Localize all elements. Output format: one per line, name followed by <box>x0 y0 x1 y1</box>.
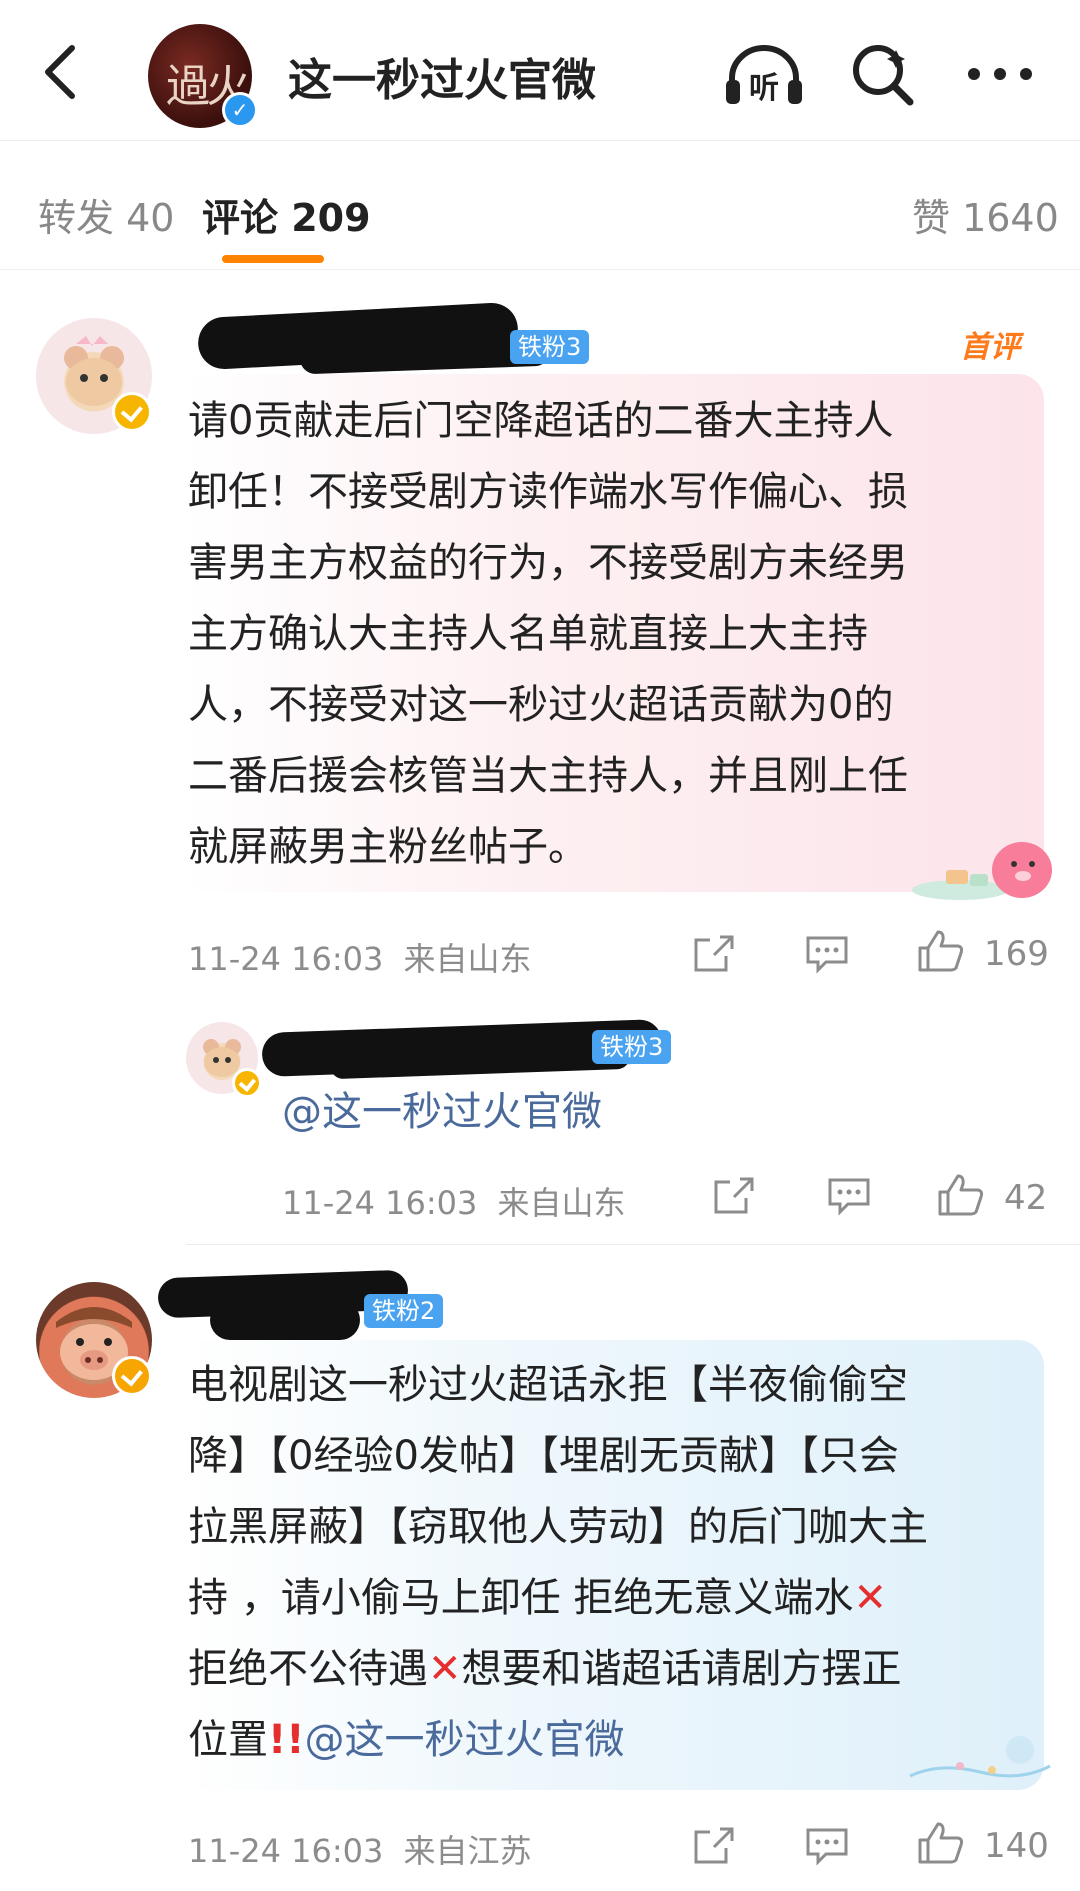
red-cross-icon: ✕ <box>853 1575 887 1621</box>
reply-icon[interactable] <box>826 1176 872 1220</box>
verified-badge-icon <box>112 1356 152 1396</box>
double-exclamation-icon: !! <box>268 1717 305 1763</box>
verified-badge-icon <box>232 1068 262 1098</box>
red-cross-icon: ✕ <box>428 1646 462 1692</box>
active-tab-indicator <box>222 255 324 263</box>
bubble-decoration-sticker <box>910 830 1060 902</box>
comment-line: 请0贡献走后门空降超话的二番大主持人 <box>188 398 894 444</box>
comment-line: 降】【0经验0发帖】【埋剧无贡献】【只会 <box>188 1433 899 1479</box>
comment-location: 来自江苏 <box>403 1832 532 1870</box>
share-icon[interactable] <box>712 1176 756 1220</box>
redacted-username <box>210 1300 360 1340</box>
comment-line: 拒绝不公待遇✕想要和谐超话请剧方摆正 <box>188 1634 1038 1705</box>
reply-icon[interactable] <box>804 1826 850 1870</box>
comment-time: 11-24 16:03 <box>188 940 384 978</box>
fan-level-badge: 铁粉3 <box>592 1030 672 1064</box>
comment-segment: 想要和谐超话请剧方摆正 <box>461 1646 902 1692</box>
comment-line: 持 ，请小偷马上卸任 拒绝无意义端水✕ <box>188 1563 1038 1634</box>
listen-icon[interactable]: 听 <box>722 44 806 108</box>
tab-bar: 转发 40 评论 209 赞 1640 <box>0 141 1080 270</box>
comment-location: 来自山东 <box>403 940 532 978</box>
comment-line: 人，不接受对这一秒过火超话贡献为0的 <box>188 682 894 728</box>
top-bar: 過火 ✓ 这一秒过火官微 听 <box>0 0 1080 141</box>
comment-line: 主方确认大主持人名单就直接上大主持 <box>188 611 868 657</box>
divider <box>186 1244 1080 1245</box>
more-options-icon[interactable] <box>964 64 1036 84</box>
like-icon[interactable] <box>916 928 966 978</box>
search-icon[interactable] <box>850 42 916 108</box>
like-count: 169 <box>984 934 1049 974</box>
verified-badge-icon <box>112 392 152 432</box>
back-button[interactable] <box>38 42 88 102</box>
bubble-decoration-sticker <box>900 1726 1060 1786</box>
share-icon[interactable] <box>692 1826 736 1870</box>
comment-segment: 拒绝不公待遇 <box>188 1646 428 1692</box>
verified-badge-icon: ✓ <box>222 92 258 128</box>
channel-title[interactable]: 这一秒过火官微 <box>288 44 596 108</box>
comment-time: 11-24 16:03 <box>282 1184 478 1222</box>
mention-link[interactable]: @这一秒过火官微 <box>282 1082 602 1142</box>
comment-time: 11-24 16:03 <box>188 1832 384 1870</box>
like-icon[interactable] <box>916 1820 966 1870</box>
comment-line: 害男主方权益的行为，不接受剧方未经男 <box>188 540 908 586</box>
svg-text:听: 听 <box>749 71 779 106</box>
comment-text[interactable]: 电视剧这一秒过火超话永拒【半夜偷偷空 降】【0经验0发帖】【埋剧无贡献】【只会 … <box>188 1350 1038 1776</box>
like-icon[interactable] <box>936 1172 986 1222</box>
comment-segment: 位置 <box>188 1717 268 1763</box>
comment-line: 拉黑屏蔽】【窃取他人劳动】的后门咖大主 <box>188 1504 928 1550</box>
tab-comments[interactable]: 评论 209 <box>202 187 371 242</box>
comment-meta: 11-24 16:03 来自江苏 <box>188 1826 532 1872</box>
comment-line: 电视剧这一秒过火超话永拒【半夜偷偷空 <box>188 1362 908 1408</box>
share-icon[interactable] <box>692 934 736 978</box>
comment-meta: 11-24 16:03 来自山东 <box>282 1178 626 1224</box>
comment-text[interactable]: 请0贡献走后门空降超话的二番大主持人 卸任！不接受剧方读作端水写作偏心、损 害男… <box>188 386 1038 883</box>
comment-line: 二番后援会核管当大主持人，并且刚上任 <box>188 753 908 799</box>
reply-icon[interactable] <box>804 934 850 978</box>
first-comment-badge: 首评 <box>960 330 1020 365</box>
fan-level-badge: 铁粉3 <box>510 330 590 364</box>
comment-line: 卸任！不接受剧方读作端水写作偏心、损 <box>188 469 908 515</box>
fan-level-badge: 铁粉2 <box>364 1294 444 1328</box>
tab-repost[interactable]: 转发 40 <box>38 187 174 242</box>
mention-link[interactable]: @这一秒过火官微 <box>304 1717 624 1763</box>
comment-meta: 11-24 16:03 来自山东 <box>188 934 532 980</box>
comment-location: 来自山东 <box>497 1184 626 1222</box>
tab-likes[interactable]: 赞 1640 <box>912 187 1059 242</box>
comment-segment: 持 ，请小偷马上卸任 拒绝无意义端水 <box>188 1575 854 1621</box>
like-count: 42 <box>1004 1178 1048 1218</box>
like-count: 140 <box>984 1826 1049 1866</box>
